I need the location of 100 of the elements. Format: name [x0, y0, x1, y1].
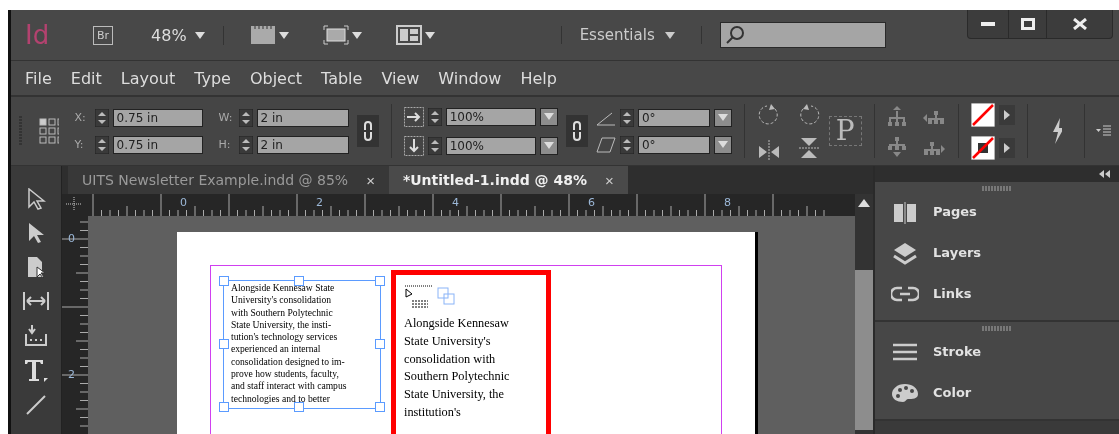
selection-arrow-icon[interactable]	[26, 188, 46, 210]
fill-none-swatch-icon[interactable]	[971, 102, 995, 127]
resize-handle[interactable]	[375, 339, 385, 349]
height-field[interactable]: 2 in	[256, 135, 349, 154]
tab-close-button[interactable]: ×	[366, 171, 375, 189]
rotation-dropdown[interactable]	[713, 108, 732, 127]
shear-angle-field[interactable]: 0°	[637, 135, 710, 154]
constrain-proportions-button[interactable]	[356, 115, 379, 147]
shear-dropdown[interactable]	[713, 135, 732, 154]
panel-grip-icon[interactable]	[982, 186, 1012, 191]
hierarchy-up-icon[interactable]	[886, 104, 909, 127]
dropdown-arrow-icon	[351, 31, 362, 39]
spinner-arrows-icon[interactable]	[619, 108, 634, 127]
ruler-label: 8	[724, 196, 731, 209]
x-position-field[interactable]: 0.75 in	[112, 108, 203, 127]
bridge-button[interactable]: Br	[93, 25, 114, 45]
height-label: H:	[218, 138, 232, 151]
arrow-right-icon	[403, 106, 424, 127]
menu-item[interactable]: Type	[194, 68, 231, 88]
scroll-up-icon[interactable]	[858, 198, 870, 208]
scale-y-dropdown[interactable]	[539, 136, 558, 155]
ruler-label: 2	[316, 196, 323, 209]
document-tab[interactable]: *Untitled-1.indd @ 48% ×	[388, 166, 628, 194]
resize-handle[interactable]	[219, 402, 229, 412]
panel-item[interactable]: Stroke	[875, 331, 1119, 372]
spinner-arrows-icon[interactable]	[238, 135, 253, 154]
direct-selection-arrow-icon[interactable]	[26, 222, 46, 244]
menu-item[interactable]: Help	[520, 68, 557, 88]
horizontal-ruler[interactable]: 0 2 4 6 8	[88, 194, 855, 216]
search-field[interactable]	[719, 22, 886, 48]
tab-title: UITS Newsletter Example.indd @ 85%	[82, 172, 349, 188]
scale-y-field[interactable]: 100%	[445, 136, 536, 155]
x-label: X:	[74, 111, 87, 124]
layers-icon	[891, 240, 919, 265]
menu-item[interactable]: View	[381, 68, 420, 88]
panel-menu-icon[interactable]	[1096, 125, 1111, 137]
reference-point-icon[interactable]	[37, 117, 59, 145]
vertical-ruler[interactable]: 0 2	[62, 216, 88, 434]
maximize-icon	[1020, 18, 1035, 30]
resize-handle[interactable]	[294, 276, 304, 286]
scale-x-field[interactable]: 100%	[445, 107, 536, 126]
text-line: State University, the	[404, 386, 505, 404]
page-tool-icon[interactable]	[26, 256, 46, 278]
spinner-arrows-icon[interactable]	[427, 136, 442, 155]
spinner-arrows-icon[interactable]	[238, 108, 253, 127]
collapse-panels-icon[interactable]	[1099, 170, 1111, 178]
close-icon	[1072, 18, 1087, 30]
ruler-label: 0	[68, 232, 75, 245]
dropdown-arrow-icon	[424, 31, 435, 39]
ruler-label: 2	[68, 368, 75, 381]
ruler-label: 4	[452, 196, 459, 209]
rotate-clockwise-icon[interactable]	[756, 102, 781, 127]
dropdown-arrow-icon	[717, 114, 728, 121]
gap-tool-icon[interactable]	[22, 290, 50, 312]
dropdown-arrow-icon	[664, 31, 675, 39]
resize-handle[interactable]	[294, 402, 304, 412]
hierarchy-down-icon[interactable]	[886, 135, 909, 158]
menu-item[interactable]: Layout	[120, 68, 176, 88]
text-line: State University, the insti-	[231, 318, 333, 332]
scale-x-dropdown[interactable]	[539, 107, 558, 126]
spinner-arrows-icon[interactable]	[427, 107, 442, 126]
resize-handle[interactable]	[219, 276, 229, 286]
spinner-arrows-icon[interactable]	[94, 135, 109, 154]
menu-item[interactable]: File	[25, 68, 52, 88]
stroke-none-swatch-icon[interactable]	[971, 135, 995, 160]
document-tab[interactable]: UITS Newsletter Example.indd @ 85% ×	[68, 166, 389, 194]
text-line: and staff interact with campus	[231, 380, 348, 393]
flip-vertical-icon[interactable]	[796, 135, 821, 160]
resize-handle[interactable]	[375, 402, 385, 412]
workspace-dropdown[interactable]: Essentials	[560, 26, 702, 44]
width-field[interactable]: 2 in	[256, 108, 349, 127]
zoom-level-dropdown[interactable]: 48%	[131, 25, 224, 45]
crosshair-icon	[66, 197, 82, 211]
text-line: State University's	[404, 332, 492, 350]
resize-handle[interactable]	[375, 276, 385, 286]
panel-grip-icon[interactable]	[982, 326, 1012, 331]
vertical-scrollbar[interactable]	[855, 216, 873, 434]
constrain-scale-button[interactable]	[565, 115, 588, 147]
spinner-arrows-icon[interactable]	[94, 108, 109, 127]
panel-item[interactable]: Color	[875, 372, 1119, 413]
menu-item[interactable]: Object	[249, 68, 302, 88]
y-position-field[interactable]: 0.75 in	[112, 135, 203, 154]
rotation-angle-field[interactable]: 0°	[637, 108, 710, 127]
width-label: W:	[218, 111, 234, 124]
type-tool-icon[interactable]	[23, 358, 49, 382]
tab-close-button[interactable]: ×	[605, 171, 614, 189]
film-strip-icon	[249, 25, 276, 45]
dropdown-arrow-icon	[278, 31, 289, 39]
resize-handle[interactable]	[219, 339, 229, 349]
panel-item[interactable]: Layers	[875, 232, 1119, 273]
layout-grid-icon	[395, 25, 422, 45]
text-line: with Southern Polytechnic	[231, 306, 334, 319]
content-collector-icon[interactable]	[24, 324, 48, 346]
line-tool-icon[interactable]	[25, 394, 47, 416]
spinner-arrows-icon[interactable]	[619, 135, 634, 154]
panel-item[interactable]: Links	[875, 273, 1119, 314]
panel-item[interactable]: Pages	[875, 191, 1119, 232]
menu-item[interactable]: Window	[438, 68, 502, 88]
menu-item[interactable]: Table	[321, 68, 363, 88]
menu-item[interactable]: Edit	[70, 68, 102, 88]
